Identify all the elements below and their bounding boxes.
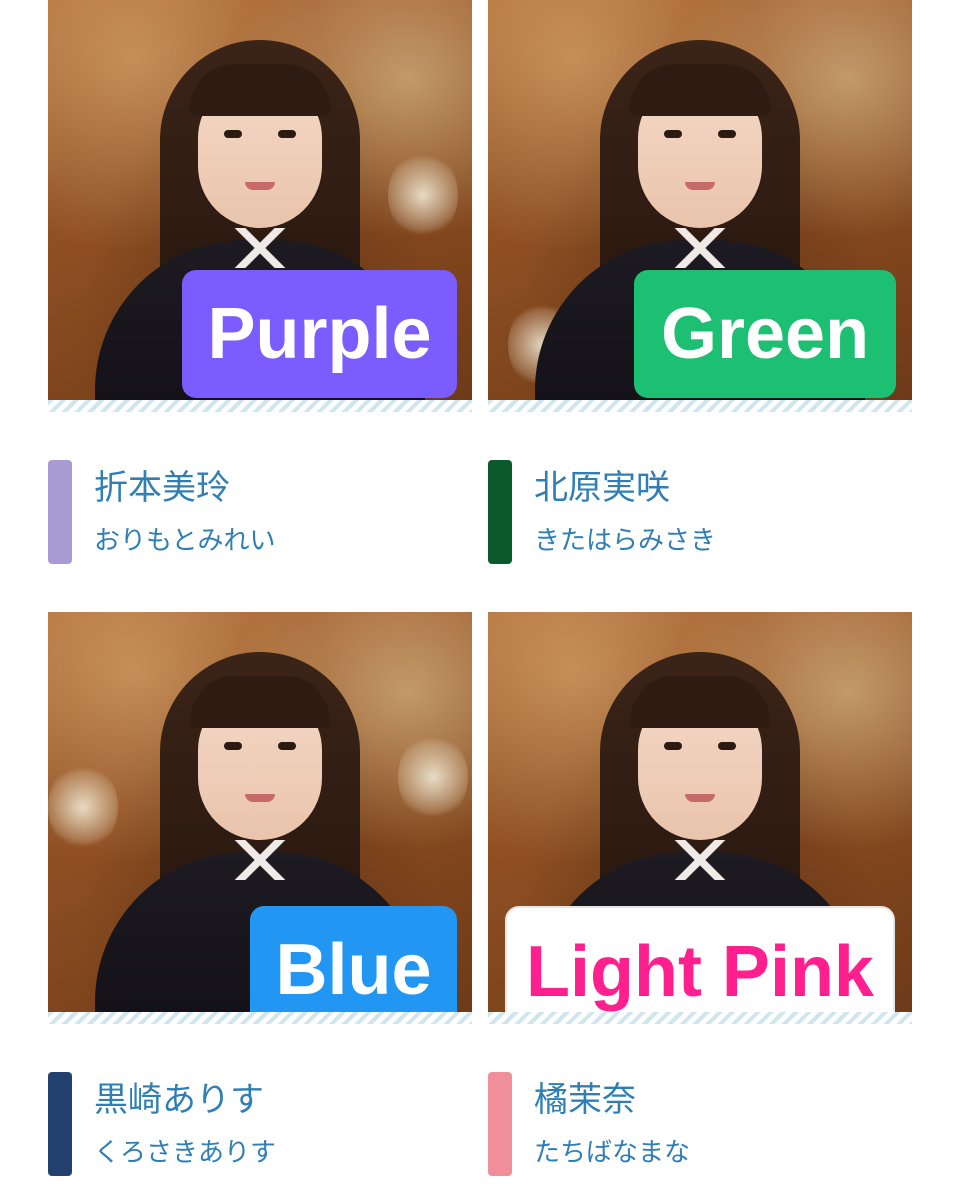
member-name[interactable]: 橘茉奈: [534, 1072, 636, 1121]
color-badge: Green: [634, 270, 896, 398]
member-name[interactable]: 北原実咲: [534, 460, 670, 509]
member-card[interactable]: Blue 黒崎ありす くろさきありす: [48, 612, 472, 1180]
member-card[interactable]: Light Pink 橘茉奈 たちばなまな: [488, 612, 912, 1180]
portrait-mouth: [245, 182, 275, 190]
color-badge: Blue: [250, 906, 457, 1012]
member-photo[interactable]: Blue: [48, 612, 472, 1012]
member-card[interactable]: Purple 折本美玲 おりもとみれい: [48, 0, 472, 568]
striped-divider: [488, 400, 912, 412]
member-info: 北原実咲 きたはらみさき: [488, 448, 912, 568]
member-kana: たちばなまな: [534, 1138, 691, 1168]
portrait-collar: [220, 228, 300, 268]
member-info: 黒崎ありす くろさきありす: [48, 1060, 472, 1180]
portrait-eye: [718, 742, 736, 750]
member-color-bar: [48, 1072, 72, 1176]
portrait-eye: [664, 742, 682, 750]
portrait-eye: [224, 742, 242, 750]
portrait-mouth: [685, 182, 715, 190]
color-badge: Purple: [182, 270, 457, 398]
portrait-bangs: [190, 676, 330, 728]
member-color-bar: [488, 460, 512, 564]
portrait-eye: [224, 130, 242, 138]
portrait-eye: [278, 742, 296, 750]
portrait-bangs: [630, 676, 770, 728]
member-info: 折本美玲 おりもとみれい: [48, 448, 472, 568]
member-color-bar: [48, 460, 72, 564]
portrait-eye: [718, 130, 736, 138]
member-photo[interactable]: Light Pink: [488, 612, 912, 1012]
portrait-eye: [278, 130, 296, 138]
portrait-collar: [660, 840, 740, 880]
member-photo[interactable]: Green: [488, 0, 912, 400]
portrait-mouth: [245, 794, 275, 802]
portrait-bangs: [190, 64, 330, 116]
member-card[interactable]: Green 北原実咲 きたはらみさき: [488, 0, 912, 568]
color-badge: Light Pink: [505, 906, 895, 1012]
flower-decoration: [48, 762, 118, 852]
member-kana: きたはらみさき: [534, 526, 717, 556]
member-name[interactable]: 折本美玲: [94, 460, 230, 509]
member-kana: くろさきありす: [94, 1138, 277, 1168]
flower-decoration: [388, 150, 458, 240]
portrait-collar: [220, 840, 300, 880]
portrait-collar: [660, 228, 740, 268]
member-name[interactable]: 黒崎ありす: [94, 1072, 264, 1121]
striped-divider: [488, 1012, 912, 1024]
striped-divider: [48, 1012, 472, 1024]
portrait-bangs: [630, 64, 770, 116]
member-info: 橘茉奈 たちばなまな: [488, 1060, 912, 1180]
striped-divider: [48, 400, 472, 412]
portrait-eye: [664, 130, 682, 138]
member-photo[interactable]: Purple: [48, 0, 472, 400]
flower-decoration: [398, 732, 468, 822]
portrait-mouth: [685, 794, 715, 802]
member-kana: おりもとみれい: [94, 526, 276, 556]
member-color-bar: [488, 1072, 512, 1176]
